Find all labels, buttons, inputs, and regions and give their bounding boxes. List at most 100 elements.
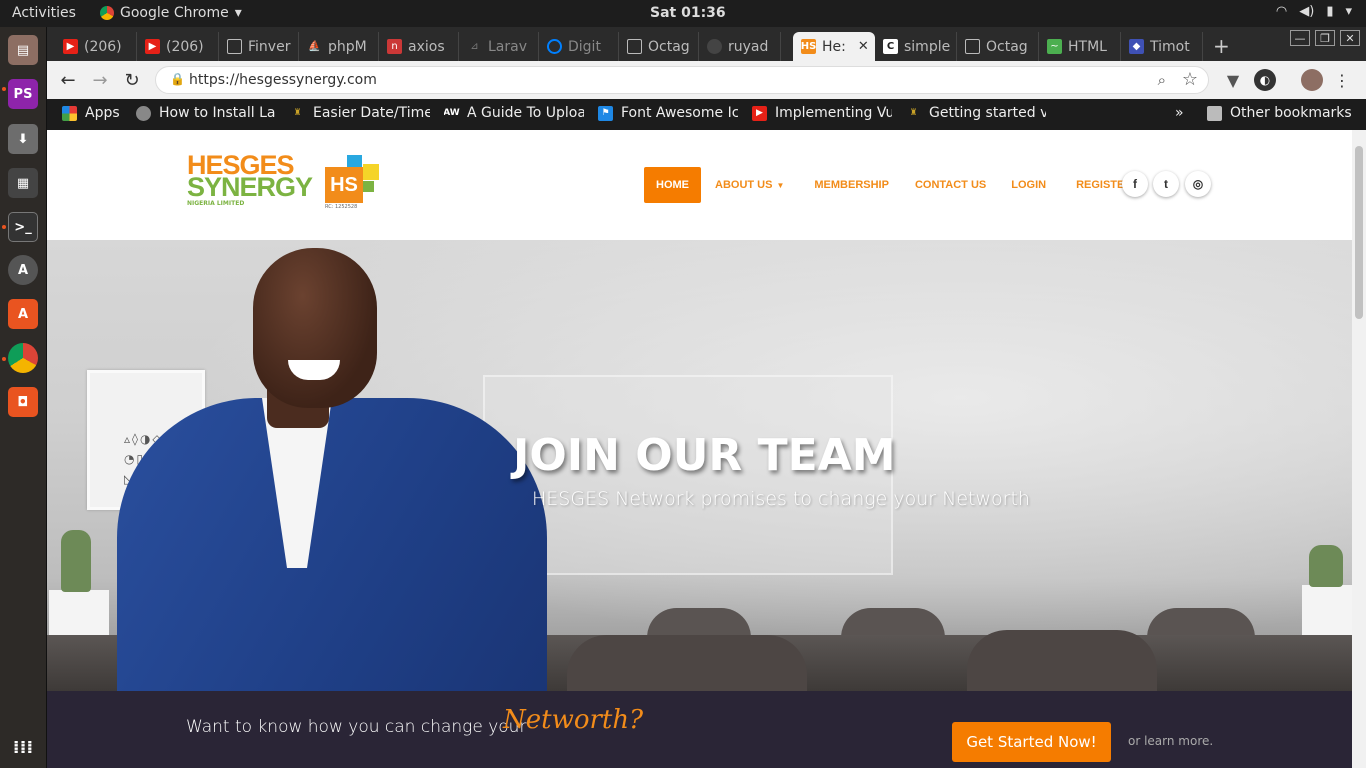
- facebook-icon[interactable]: f: [1122, 171, 1148, 197]
- chrome-icon[interactable]: [8, 343, 38, 373]
- bookmark-apps[interactable]: Apps: [62, 105, 132, 121]
- url-text[interactable]: https://hesgessynergy.com: [189, 72, 377, 88]
- wifi-icon: ◠: [1275, 4, 1288, 19]
- tab[interactable]: ⛵ phpM: [299, 32, 379, 61]
- installer-icon[interactable]: ⬇: [8, 124, 38, 154]
- zoom-icon[interactable]: ⌕: [1158, 71, 1166, 89]
- bookmark-star-icon[interactable]: ☆: [1182, 69, 1198, 90]
- lock-icon[interactable]: 🔒: [170, 72, 185, 86]
- vue-devtools-icon[interactable]: ▼: [1222, 69, 1244, 91]
- tab[interactable]: ▶ (206): [137, 32, 219, 61]
- tab[interactable]: Finver: [219, 32, 299, 61]
- nav-login[interactable]: LOGIN: [1000, 167, 1060, 203]
- cta-band: Want to know how you can change your Net…: [47, 691, 1352, 768]
- back-button[interactable]: ←: [56, 68, 80, 92]
- twitter-icon[interactable]: t: [1153, 171, 1179, 197]
- forward-button[interactable]: →: [88, 68, 112, 92]
- tab-active[interactable]: HS He: ✕: [793, 32, 875, 61]
- hero-subtitle: HESGES Network promises to change your N…: [532, 488, 1030, 510]
- bookmark-item[interactable]: ▶ Implementing Vu: [752, 105, 892, 121]
- close-window-button[interactable]: ✕: [1340, 30, 1360, 46]
- logo-rc: RC: 1252528: [325, 204, 358, 210]
- menu-icon[interactable]: ⋮: [1331, 69, 1353, 91]
- tab[interactable]: ▶ (206): [55, 32, 137, 61]
- clock[interactable]: Sat 01:36: [650, 5, 726, 21]
- minimize-button[interactable]: —: [1290, 30, 1310, 46]
- chevron-down-icon: ▾: [1345, 4, 1352, 19]
- extension-icon[interactable]: ◐: [1254, 69, 1276, 91]
- person-suit: [117, 398, 547, 691]
- tab[interactable]: n axios: [379, 32, 459, 61]
- app-menu[interactable]: Google Chrome ▾: [100, 5, 242, 21]
- tab[interactable]: Octag: [619, 32, 699, 61]
- nav-about[interactable]: ABOUT US ▼: [701, 167, 798, 203]
- youtube-icon: ▶: [63, 39, 78, 54]
- document-icon: [627, 39, 642, 54]
- new-tab-button[interactable]: +: [1213, 34, 1230, 58]
- bookmark-item[interactable]: How to Install La: [136, 105, 276, 121]
- site-header: HESGES SYNERGY NIGERIA LIMITED HS RC: 12…: [47, 130, 1352, 240]
- update-icon[interactable]: A: [8, 255, 38, 285]
- bookmark-item[interactable]: AW A Guide To Uploa: [444, 105, 584, 121]
- battery-icon: ▮: [1326, 4, 1334, 19]
- close-icon[interactable]: ✕: [858, 39, 869, 54]
- tab-strip: ▶ (206) ▶ (206) Finver ⛵ phpM n axios ⊿ Larav…: [47, 27, 1366, 61]
- phpstorm-icon[interactable]: PS: [8, 79, 38, 109]
- address-bar[interactable]: 🔒 https://hesgessynergy.com ⌕ ☆: [155, 66, 1209, 94]
- system-top-bar: Activities Google Chrome ▾ Sat 01:36 ◠ ◀…: [0, 0, 1366, 27]
- video-editor-icon[interactable]: ▦: [8, 168, 38, 198]
- running-indicator: [2, 87, 6, 91]
- tab[interactable]: ⊿ Larav: [459, 32, 539, 61]
- site-logo[interactable]: HESGES SYNERGY NIGERIA LIMITED HS RC: 12…: [187, 152, 387, 212]
- html-icon: ~: [1047, 39, 1062, 54]
- get-started-button[interactable]: Get Started Now!: [952, 722, 1111, 762]
- logo-square-yellow: [363, 164, 379, 180]
- tab[interactable]: ◆ Timot: [1121, 32, 1203, 61]
- youtube-icon: ▶: [145, 39, 160, 54]
- maximize-button[interactable]: ❐: [1315, 30, 1335, 46]
- laravel-icon: ⊿: [470, 41, 479, 52]
- instagram-icon[interactable]: ◎: [1185, 171, 1211, 197]
- aw-icon: AW: [444, 108, 460, 118]
- bookmarks-overflow[interactable]: »: [1175, 105, 1184, 121]
- folder-icon: [1207, 105, 1222, 121]
- running-indicator: [2, 357, 6, 361]
- scrollbar-thumb[interactable]: [1355, 146, 1363, 319]
- tab[interactable]: Octag: [957, 32, 1039, 61]
- tab[interactable]: Digit: [539, 32, 619, 61]
- person-head: [253, 248, 377, 408]
- nav-membership[interactable]: MEMBERSHIP: [798, 167, 903, 203]
- terminal-icon[interactable]: >_: [8, 212, 38, 242]
- activities-button[interactable]: Activities: [12, 5, 76, 21]
- lamp-icon: ♜: [909, 108, 918, 118]
- shield-icon: ◆: [1129, 39, 1144, 54]
- volume-icon: ◀): [1299, 4, 1315, 19]
- reload-button[interactable]: ↻: [120, 68, 144, 92]
- system-tray[interactable]: ◠ ◀) ▮ ▾: [1276, 4, 1352, 19]
- tab[interactable]: Csimple: [875, 32, 957, 61]
- c-icon: C: [883, 39, 898, 54]
- chair: [967, 630, 1157, 691]
- learn-more-link[interactable]: or learn more.: [1128, 734, 1213, 748]
- bookmark-item[interactable]: ⚑ Font Awesome Ic: [598, 105, 738, 121]
- document-icon: [227, 39, 242, 54]
- show-apps-icon[interactable]: ⁞⁞⁞: [8, 732, 38, 762]
- software-center-icon[interactable]: A: [8, 299, 38, 329]
- cta-accent: Networth?: [503, 705, 644, 735]
- nav-contact[interactable]: CONTACT US: [903, 167, 1000, 203]
- nav-home[interactable]: HOME: [644, 167, 701, 203]
- files-icon[interactable]: ▤: [8, 35, 38, 65]
- npm-icon: n: [387, 39, 402, 54]
- caret-down-icon: ▼: [776, 180, 785, 190]
- digitalocean-icon: [547, 39, 562, 54]
- page-viewport: HESGES SYNERGY NIGERIA LIMITED HS RC: 12…: [47, 130, 1352, 768]
- bookmark-item[interactable]: ♜ Easier Date/Time: [290, 105, 430, 121]
- plant: [1309, 545, 1343, 587]
- tab[interactable]: ~ HTML: [1039, 32, 1121, 61]
- bookmark-item[interactable]: ♜ Getting started v: [906, 105, 1046, 121]
- tab[interactable]: ruyad: [699, 32, 781, 61]
- profile-avatar[interactable]: [1301, 69, 1323, 91]
- other-bookmarks[interactable]: Other bookmarks: [1207, 105, 1352, 121]
- page-scrollbar[interactable]: [1352, 130, 1366, 768]
- screenshot-icon[interactable]: ◘: [8, 387, 38, 417]
